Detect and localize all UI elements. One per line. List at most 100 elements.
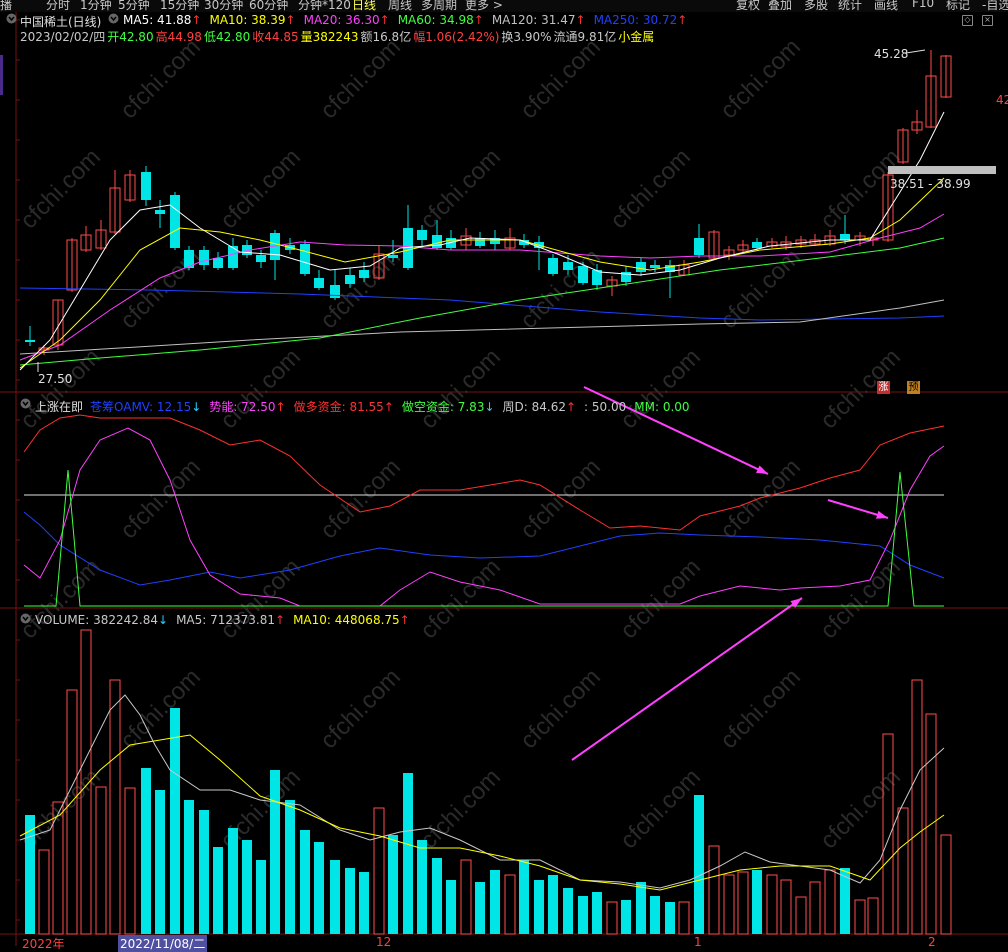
candle-body bbox=[578, 266, 588, 283]
watermark-text: cfchi.com bbox=[815, 343, 906, 434]
arrow-up-icon: ↑ bbox=[275, 400, 286, 414]
legend-text: 苍筹OAMV: 12.15 bbox=[90, 400, 192, 414]
volume-bar bbox=[882, 733, 894, 935]
volume-bar bbox=[270, 770, 280, 934]
watermark-text: cfchi.com bbox=[715, 663, 806, 754]
diamond-icon[interactable]: ◇ bbox=[962, 15, 973, 26]
indicator-name: 上涨在即 bbox=[35, 400, 84, 414]
volume-bar bbox=[592, 892, 602, 934]
watermark-text: cfchi.com bbox=[715, 33, 806, 124]
annotation-arrow-3 bbox=[571, 597, 803, 761]
volume-bar bbox=[256, 860, 266, 934]
legend-item: MA5: 41.88↑ bbox=[123, 13, 201, 27]
candle-body bbox=[359, 270, 369, 278]
volume-bar bbox=[155, 790, 165, 934]
watermark-text: cfchi.com bbox=[315, 663, 406, 754]
volume-bar bbox=[911, 679, 923, 935]
rise-badge[interactable]: 涨 bbox=[877, 381, 890, 394]
legend-item: MA120: 31.47↑ bbox=[492, 13, 586, 27]
watermark-text: cfchi.com bbox=[15, 553, 106, 644]
legend-item: VOLUME: 382242.84↓ bbox=[35, 613, 168, 627]
legend-item: MA10: 448068.75↑ bbox=[293, 613, 410, 627]
legend-text: 2023/02/02/四 bbox=[20, 30, 106, 44]
chart-canvas[interactable]: cfchi.com cfchi.com cfchi.com cfchi.com cfch… bbox=[0, 0, 1008, 946]
candle-body bbox=[432, 235, 442, 248]
left-marker bbox=[0, 55, 3, 95]
volume-bar bbox=[504, 874, 516, 935]
legend-text: : 50.00 bbox=[584, 400, 627, 414]
quote-line: 2023/02/02/四 开42.80 高44.98 低42.80 收44.85 量382… bbox=[20, 28, 656, 45]
date-label-feb: 2 bbox=[928, 935, 936, 949]
indicator-collapse-icon[interactable] bbox=[20, 398, 32, 410]
legend-text: 额16.8亿 bbox=[360, 30, 412, 44]
legend-item: MA20: 36.30↑ bbox=[304, 13, 390, 27]
watermark-text: cfchi.com bbox=[215, 553, 306, 644]
arrow-up-icon: ↑ bbox=[575, 13, 586, 27]
volume-bar bbox=[460, 859, 472, 935]
legend-text: MA5: 41.88 bbox=[123, 13, 192, 27]
volume-bar bbox=[678, 901, 690, 935]
watermark-text: cfchi.com bbox=[15, 143, 106, 234]
candle-body bbox=[300, 244, 310, 274]
legend-item: : 50.00 bbox=[584, 400, 626, 414]
forecast-badge[interactable]: 预 bbox=[907, 381, 920, 394]
date-label-cursor: 2022/11/08/二 bbox=[118, 935, 208, 952]
legend-item: 低42.80 bbox=[204, 30, 250, 44]
candle-body bbox=[840, 234, 850, 240]
volume-bar bbox=[636, 882, 646, 934]
legend-text: MA20: 36.30 bbox=[303, 13, 380, 27]
watermark-text: cfchi.com bbox=[515, 663, 606, 754]
candle-body bbox=[25, 340, 35, 342]
date-label-year: 2022年 bbox=[22, 937, 65, 951]
candle-body bbox=[650, 265, 660, 268]
legend-text: 幅1.06(2.42%) bbox=[413, 30, 500, 44]
legend-text: VOLUME: 382242.84 bbox=[35, 613, 158, 627]
watermark-text: cfchi.com bbox=[515, 33, 606, 124]
legend-text: 周D: 84.62 bbox=[502, 400, 566, 414]
volume-bar bbox=[940, 834, 952, 935]
legend-item: 收44.85 bbox=[252, 30, 298, 44]
volume-legend: VOLUME: 382242.84↓ MA5: 712373.81↑ MA10: 4… bbox=[35, 613, 418, 627]
watermark-text: cfchi.com bbox=[415, 343, 506, 434]
legend-item: 小金属 bbox=[618, 30, 654, 44]
candle-body bbox=[155, 210, 165, 214]
candle-body bbox=[345, 275, 355, 284]
candle-body bbox=[228, 246, 238, 268]
settings-icon[interactable] bbox=[108, 13, 120, 25]
legend-text: 流通9.81亿 bbox=[553, 30, 617, 44]
volume-bar bbox=[285, 800, 295, 934]
legend-text: MA10: 38.39 bbox=[209, 13, 286, 27]
collapse-icon[interactable] bbox=[6, 13, 18, 25]
legend-text: 做空资金: 7.83 bbox=[401, 400, 485, 414]
date-label-jan: 1 bbox=[694, 935, 702, 949]
volume-bar bbox=[314, 842, 324, 934]
close-icon[interactable]: × bbox=[982, 15, 993, 26]
watermark-text: cfchi.com bbox=[815, 763, 906, 854]
date-label-dec: 12 bbox=[376, 935, 392, 949]
volume-collapse-icon[interactable] bbox=[20, 613, 32, 625]
arrow-down-icon: ↓ bbox=[158, 613, 169, 627]
price-range-label: 38.51 - 38.99 bbox=[890, 177, 971, 191]
volume-bar bbox=[621, 900, 631, 934]
legend-item: 量382243 bbox=[301, 30, 359, 44]
volume-bar bbox=[359, 872, 369, 934]
volume-bar bbox=[766, 874, 778, 935]
volume-bar bbox=[330, 860, 340, 934]
arrow-down-icon: ↓ bbox=[484, 400, 495, 414]
legend-text: 收44.85 bbox=[252, 30, 299, 44]
watermark-text: cfchi.com bbox=[815, 553, 906, 644]
volume-bar bbox=[723, 874, 735, 935]
legend-item: 流通9.81亿 bbox=[554, 30, 617, 44]
watermark-text: cfchi.com bbox=[315, 453, 406, 544]
legend-item: 额16.8亿 bbox=[360, 30, 411, 44]
volume-bar bbox=[199, 810, 209, 934]
watermark-text: cfchi.com bbox=[515, 453, 606, 544]
candle-body bbox=[548, 258, 558, 274]
legend-text: MM: 0.00 bbox=[634, 400, 690, 414]
legend-text: MA250: 30.72 bbox=[593, 13, 678, 27]
volume-bar bbox=[897, 807, 909, 935]
volume-bar bbox=[752, 870, 762, 934]
legend-text: 高44.98 bbox=[155, 30, 202, 44]
candle-body bbox=[170, 195, 180, 248]
volume-bar bbox=[694, 795, 704, 934]
